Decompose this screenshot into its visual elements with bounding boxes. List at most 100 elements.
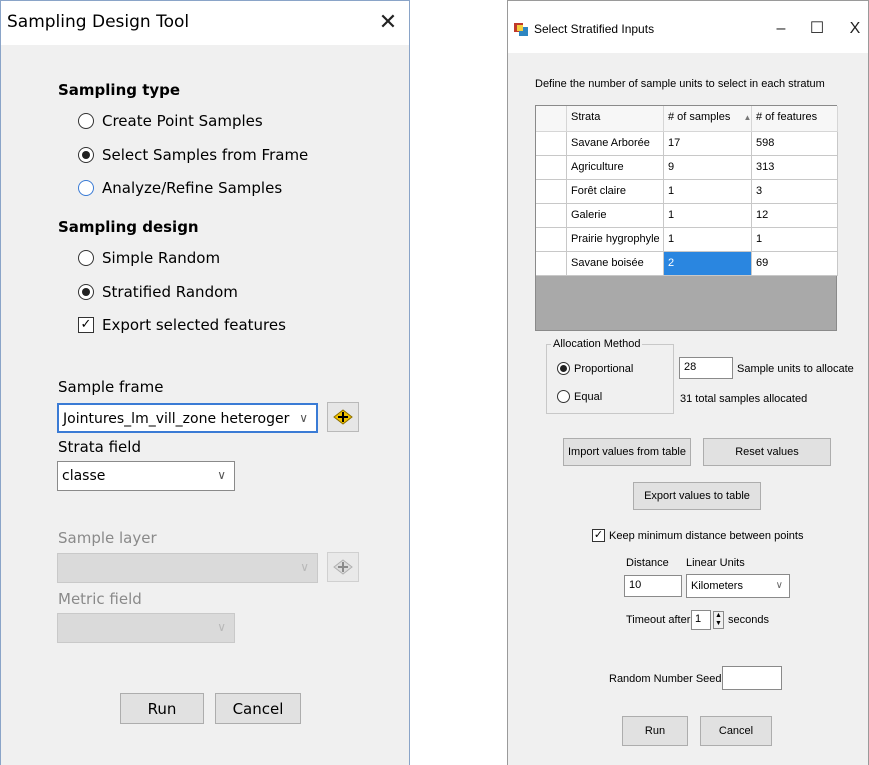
- sampling-type-heading: Sampling type: [58, 81, 181, 99]
- row-header-cell[interactable]: [536, 180, 567, 204]
- radio-label: Select Samples from Frame: [102, 146, 309, 164]
- chevron-down-icon: ∨: [217, 620, 226, 634]
- samples-cell[interactable]: 17: [664, 132, 752, 156]
- spinner-up-icon[interactable]: ▲: [714, 612, 723, 620]
- close-icon[interactable]: X: [838, 15, 869, 43]
- row-header-cell[interactable]: [536, 228, 567, 252]
- radio-button[interactable]: [78, 250, 94, 266]
- features-cell[interactable]: 3: [752, 180, 838, 204]
- radio-create-point-samples[interactable]: Create Point Samples: [78, 112, 263, 130]
- chevron-down-icon: ∨: [299, 411, 308, 425]
- allocation-method-legend: Allocation Method: [551, 338, 643, 350]
- radio-label: Simple Random: [102, 249, 221, 267]
- metric-field-label: Metric field: [58, 590, 142, 608]
- features-cell[interactable]: 313: [752, 156, 838, 180]
- radio-button[interactable]: [78, 113, 94, 129]
- strata-field-label: Strata field: [58, 438, 141, 456]
- random-seed-input[interactable]: [722, 666, 782, 690]
- reset-values-button[interactable]: Reset values: [703, 438, 831, 466]
- distance-label: Distance: [626, 557, 669, 569]
- features-cell[interactable]: 598: [752, 132, 838, 156]
- row-header-cell[interactable]: [536, 132, 567, 156]
- sampling-design-heading: Sampling design: [58, 218, 199, 236]
- cancel-button[interactable]: Cancel: [700, 716, 772, 746]
- samples-cell-selected[interactable]: 2: [664, 252, 752, 276]
- metric-field-combo[interactable]: ∨: [57, 613, 235, 643]
- samples-cell[interactable]: 1: [664, 180, 752, 204]
- column-header-samples[interactable]: # of samples ▲: [664, 106, 752, 132]
- radio-button[interactable]: [78, 147, 94, 163]
- samples-cell[interactable]: 1: [664, 228, 752, 252]
- strata-field-combo[interactable]: classe ∨: [57, 461, 235, 491]
- radio-label: Equal: [574, 390, 603, 403]
- linear-units-label: Linear Units: [686, 557, 745, 569]
- export-selected-features-checkbox[interactable]: ✓ Export selected features: [78, 316, 286, 334]
- radio-analyze-refine-samples[interactable]: Analyze/Refine Samples: [78, 179, 282, 197]
- radio-button[interactable]: [557, 362, 570, 375]
- close-icon[interactable]: ✕: [373, 7, 403, 37]
- add-data-icon: [333, 409, 353, 425]
- run-button[interactable]: Run: [120, 693, 204, 724]
- window-title: Sampling Design Tool: [7, 12, 190, 32]
- features-cell[interactable]: 69: [752, 252, 838, 276]
- samples-cell[interactable]: 9: [664, 156, 752, 180]
- combo-value: Jointures_lm_vill_zone heteroger: [63, 411, 290, 427]
- keep-minimum-distance-checkbox[interactable]: ✓ Keep minimum distance between points: [592, 529, 803, 542]
- radio-simple-random[interactable]: Simple Random: [78, 249, 220, 267]
- sample-units-input[interactable]: 28: [679, 357, 733, 379]
- timeout-prefix: Timeout after: [626, 614, 691, 626]
- radio-label: Proportional: [574, 362, 634, 375]
- minimize-icon[interactable]: –: [764, 15, 798, 43]
- export-values-button[interactable]: Export values to table: [633, 482, 761, 510]
- column-header-features[interactable]: # of features: [752, 106, 838, 132]
- title-bar: Select Stratified Inputs – ☐ X: [508, 1, 868, 53]
- features-cell[interactable]: 12: [752, 204, 838, 228]
- strata-cell[interactable]: Savane boisée: [567, 252, 664, 276]
- column-header-label: # of samples: [668, 111, 731, 123]
- cancel-button[interactable]: Cancel: [215, 693, 301, 724]
- chevron-down-icon: ∨: [300, 560, 309, 574]
- add-layer-button[interactable]: [327, 552, 359, 582]
- strata-cell[interactable]: Agriculture: [567, 156, 664, 180]
- spinner-down-icon[interactable]: ▼: [714, 620, 723, 628]
- timeout-suffix: seconds: [728, 614, 769, 626]
- features-cell[interactable]: 1: [752, 228, 838, 252]
- timeout-input[interactable]: 1: [691, 610, 711, 630]
- timeout-spinner[interactable]: ▲ ▼: [713, 611, 724, 629]
- radio-stratified-random[interactable]: Stratified Random: [78, 283, 238, 301]
- strata-cell[interactable]: Prairie hygrophyle: [567, 228, 664, 252]
- maximize-icon[interactable]: ☐: [800, 15, 834, 43]
- row-header-cell: [536, 106, 567, 132]
- radio-button[interactable]: [557, 390, 570, 403]
- distance-input[interactable]: 10: [624, 575, 682, 597]
- app-icon: [514, 23, 528, 36]
- radio-button[interactable]: [78, 284, 94, 300]
- radio-equal[interactable]: Equal: [557, 390, 602, 403]
- import-values-button[interactable]: Import values from table: [563, 438, 691, 466]
- checkmark-icon[interactable]: ✓: [592, 529, 605, 542]
- run-button[interactable]: Run: [622, 716, 688, 746]
- row-header-cell[interactable]: [536, 156, 567, 180]
- sample-units-label: Sample units to allocate: [737, 363, 854, 375]
- select-stratified-inputs-window: Select Stratified Inputs – ☐ X Define th…: [507, 0, 869, 765]
- sample-layer-combo[interactable]: ∨: [57, 553, 318, 583]
- sample-frame-combo[interactable]: Jointures_lm_vill_zone heteroger ∨: [57, 403, 318, 433]
- strata-cell[interactable]: Galerie: [567, 204, 664, 228]
- samples-cell[interactable]: 1: [664, 204, 752, 228]
- radio-proportional[interactable]: Proportional: [557, 362, 633, 375]
- row-header-cell[interactable]: [536, 252, 567, 276]
- combo-value: Kilometers: [691, 580, 743, 592]
- row-header-cell[interactable]: [536, 204, 567, 228]
- strata-grid[interactable]: Strata # of samples ▲ # of features Sava…: [535, 105, 838, 331]
- radio-select-samples-from-frame[interactable]: Select Samples from Frame: [78, 146, 308, 164]
- linear-units-combo[interactable]: Kilometers ∨: [686, 574, 790, 598]
- strata-cell[interactable]: Forêt claire: [567, 180, 664, 204]
- radio-button[interactable]: [78, 180, 94, 196]
- sample-layer-label: Sample layer: [58, 529, 157, 547]
- column-header-strata[interactable]: Strata: [567, 106, 664, 132]
- window-title: Select Stratified Inputs: [534, 22, 655, 36]
- total-allocated-text: 31 total samples allocated: [680, 393, 808, 405]
- strata-cell[interactable]: Savane Arborée: [567, 132, 664, 156]
- add-data-button[interactable]: [327, 402, 359, 432]
- checkmark-icon[interactable]: ✓: [78, 317, 94, 333]
